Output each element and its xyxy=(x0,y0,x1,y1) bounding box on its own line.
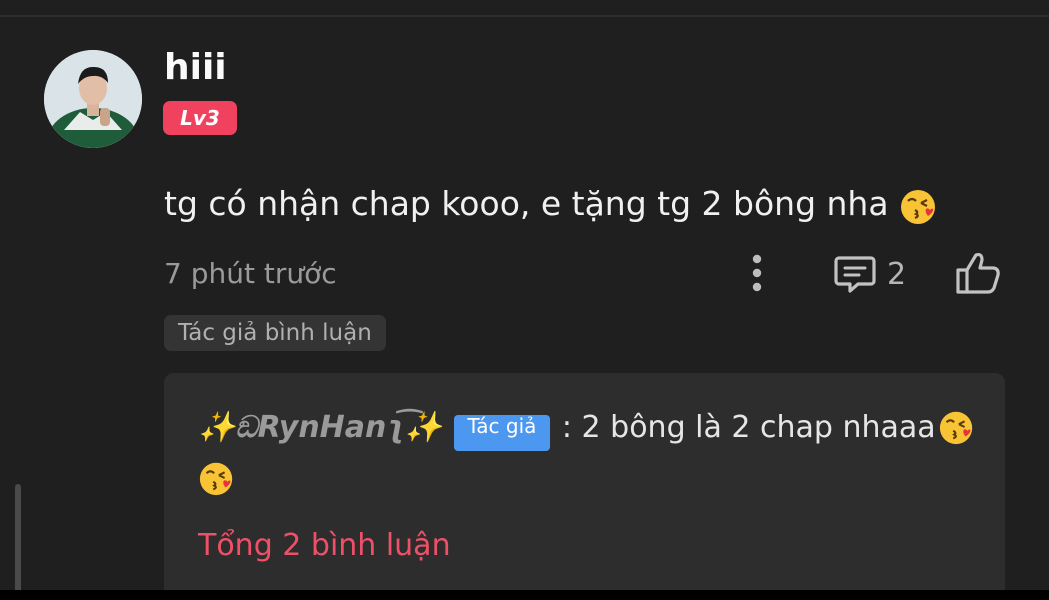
bottom-edge xyxy=(0,590,1049,600)
like-thumbs-up-icon[interactable] xyxy=(954,250,1002,296)
reply-line-continuation xyxy=(198,459,236,499)
reply-count: 2 xyxy=(887,257,907,292)
comment-body: tg có nhận chap kooo, e tặng tg 2 bông n… xyxy=(164,184,889,223)
more-options-icon[interactable] xyxy=(742,252,772,294)
comment-text: tg có nhận chap kooo, e tặng tg 2 bông n… xyxy=(164,180,939,228)
face-blowing-kiss-icon xyxy=(939,411,972,445)
username[interactable]: hiii xyxy=(164,46,227,90)
author-commented-tag: Tác giả bình luận xyxy=(164,315,386,351)
total-comments-link[interactable]: Tổng 2 bình luận xyxy=(198,526,451,566)
reply-author-name[interactable]: ✨ඞRynHanʅ͡✨ xyxy=(198,410,442,445)
scrollbar[interactable] xyxy=(15,484,21,594)
reply-comment-icon[interactable] xyxy=(833,252,877,296)
face-blowing-kiss-icon xyxy=(901,189,936,224)
face-blowing-kiss-icon xyxy=(199,462,233,496)
author-badge: Tác giả xyxy=(453,415,550,451)
reply-line: ✨ඞRynHanʅ͡✨ Tác giả : 2 bông là 2 chap n… xyxy=(198,403,976,451)
top-divider xyxy=(0,15,1049,17)
avatar-image xyxy=(44,50,142,148)
level-badge: Lv3 xyxy=(163,101,237,135)
reply-text: : 2 bông là 2 chap nhaaa xyxy=(561,409,936,445)
timestamp: 7 phút trước xyxy=(164,257,337,290)
reply-preview-box[interactable]: ✨ඞRynHanʅ͡✨ Tác giả : 2 bông là 2 chap n… xyxy=(164,373,1005,600)
avatar[interactable] xyxy=(44,50,142,148)
